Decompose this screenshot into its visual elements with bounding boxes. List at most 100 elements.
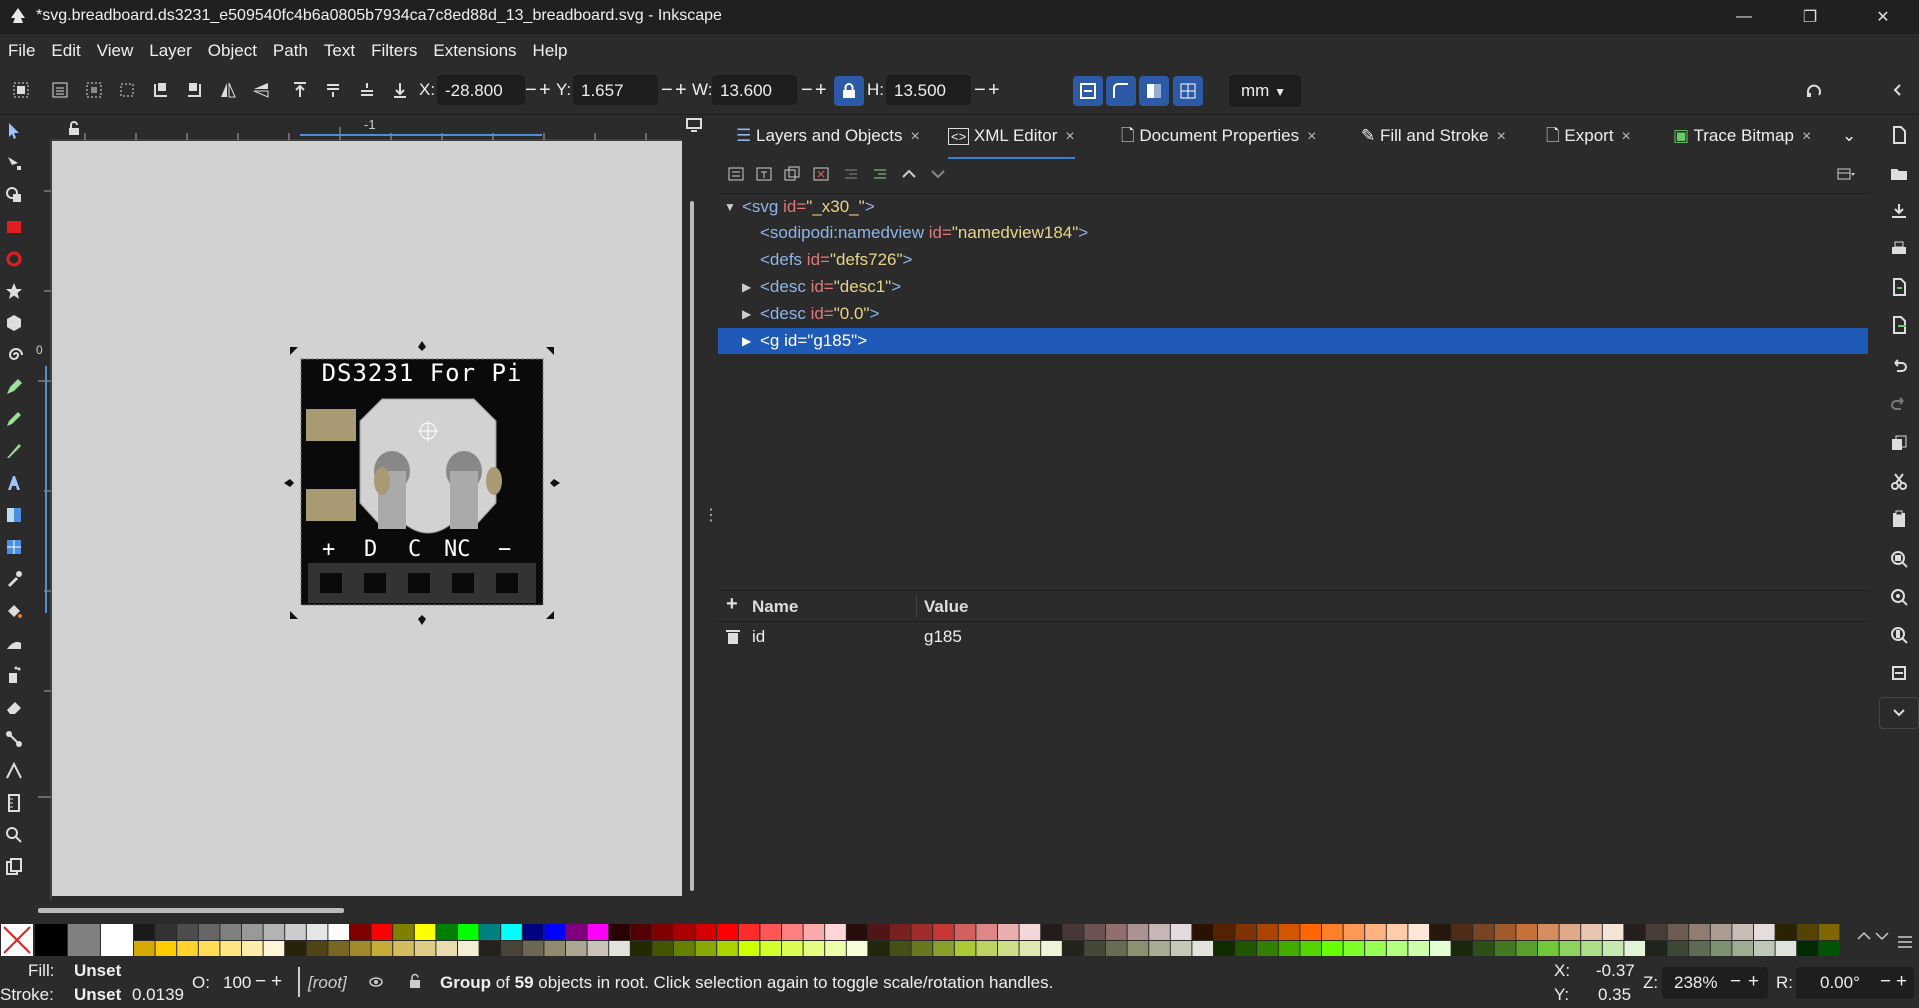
horizontal-scroll-thumb[interactable] — [38, 908, 344, 913]
color-swatch[interactable] — [976, 924, 997, 940]
color-swatch[interactable] — [1408, 924, 1429, 940]
zoom-out-button[interactable]: − — [1730, 971, 1741, 993]
lower-to-bottom-icon[interactable] — [390, 80, 410, 100]
color-swatch[interactable] — [1041, 941, 1062, 956]
color-swatch[interactable] — [371, 941, 393, 956]
color-swatch[interactable] — [328, 941, 349, 956]
collapsed-triangle-icon[interactable]: ▶ — [742, 274, 751, 300]
color-swatch[interactable] — [566, 924, 587, 940]
unindent-node-icon[interactable] — [841, 164, 861, 184]
rotate-cw-icon[interactable] — [184, 80, 204, 100]
zoom-page-width-icon[interactable] — [1889, 663, 1909, 683]
color-swatch[interactable] — [177, 941, 198, 956]
color-swatch[interactable] — [479, 924, 501, 940]
color-swatch[interactable] — [458, 941, 479, 956]
duplicate-node-icon[interactable] — [782, 164, 802, 184]
tabs-overflow-button[interactable]: ⌄ — [1842, 115, 1856, 157]
stroke-width-value[interactable]: 0.0139 — [132, 985, 184, 1005]
lower-node-icon[interactable] — [928, 164, 948, 184]
color-swatch[interactable] — [1624, 924, 1645, 940]
color-swatch[interactable] — [1818, 941, 1840, 956]
delete-node-icon[interactable] — [811, 164, 831, 184]
copy-icon[interactable] — [1889, 433, 1909, 453]
color-swatch[interactable] — [501, 941, 522, 956]
rotate-cw-button[interactable]: + — [1896, 971, 1907, 993]
color-swatch[interactable] — [652, 924, 673, 940]
menu-filters[interactable]: Filters — [363, 34, 425, 68]
color-swatch[interactable] — [350, 924, 371, 940]
color-swatch[interactable] — [1365, 924, 1386, 940]
color-swatch[interactable] — [868, 924, 889, 940]
color-swatch[interactable] — [1818, 924, 1840, 940]
color-swatch[interactable] — [1365, 941, 1386, 956]
color-swatch[interactable] — [371, 924, 393, 940]
color-swatch[interactable] — [134, 941, 155, 956]
color-swatch[interactable] — [1494, 924, 1516, 940]
flip-vertical-icon[interactable] — [251, 80, 271, 100]
color-swatch[interactable] — [1667, 924, 1689, 940]
color-swatch[interactable] — [954, 941, 976, 956]
close-tab-button[interactable]: × — [1497, 128, 1506, 145]
color-swatch[interactable] — [306, 924, 328, 940]
color-swatch[interactable] — [1170, 924, 1192, 940]
color-swatch[interactable] — [803, 924, 825, 940]
color-swatch[interactable] — [998, 924, 1019, 940]
paste-icon[interactable] — [1889, 509, 1909, 529]
color-swatch[interactable] — [782, 941, 803, 956]
color-swatch[interactable] — [1257, 924, 1278, 940]
color-swatch[interactable] — [1797, 941, 1818, 956]
xml-node-namedview[interactable]: <sodipodi:namedview id="namedview184"> — [718, 220, 1868, 246]
ellipse-tool-icon[interactable] — [4, 249, 24, 269]
spiral-tool-icon[interactable] — [4, 345, 24, 365]
close-tab-button[interactable]: × — [1622, 128, 1631, 145]
color-swatch[interactable] — [198, 924, 220, 940]
color-swatch[interactable] — [242, 924, 263, 940]
mesh-tool-icon[interactable] — [4, 537, 24, 557]
color-swatch[interactable] — [1646, 941, 1667, 956]
color-swatch[interactable] — [1754, 941, 1775, 956]
color-swatch[interactable] — [1278, 924, 1300, 940]
rotate-ccw-button[interactable]: − — [1880, 971, 1891, 993]
vertical-scroll-thumb[interactable] — [690, 201, 694, 891]
zoom-value[interactable]: 238% — [1674, 973, 1717, 993]
color-swatch[interactable] — [1408, 941, 1429, 956]
menu-path[interactable]: Path — [265, 34, 316, 68]
save-icon[interactable] — [1889, 201, 1909, 221]
color-swatch[interactable] — [1710, 941, 1732, 956]
scale-stroke-button[interactable] — [1073, 76, 1103, 106]
color-swatch[interactable] — [630, 924, 652, 940]
add-attribute-button[interactable]: + — [726, 593, 738, 616]
color-swatch[interactable] — [1538, 941, 1559, 956]
import-icon[interactable] — [1889, 277, 1909, 297]
new-text-node-icon[interactable] — [754, 164, 774, 184]
menu-layer[interactable]: Layer — [141, 34, 200, 68]
expanded-triangle-icon[interactable]: ▼ — [724, 194, 736, 220]
color-swatch[interactable] — [263, 941, 285, 956]
collapsed-triangle-icon[interactable]: ▶ — [742, 301, 751, 327]
transform-patterns-button[interactable] — [1173, 76, 1203, 106]
color-swatch[interactable] — [220, 941, 241, 956]
touch-select-icon[interactable] — [117, 80, 137, 100]
color-swatch[interactable] — [1516, 941, 1537, 956]
color-swatch[interactable] — [846, 924, 868, 940]
color-swatch[interactable] — [890, 941, 911, 956]
color-swatch[interactable] — [1430, 924, 1451, 940]
color-swatch[interactable] — [68, 924, 100, 956]
color-swatch[interactable] — [1149, 941, 1170, 956]
color-swatch[interactable] — [782, 924, 803, 940]
color-swatch[interactable] — [134, 924, 155, 940]
color-swatch[interactable] — [825, 924, 846, 940]
color-swatch[interactable] — [1019, 941, 1041, 956]
layout-menu-icon[interactable] — [1836, 164, 1856, 184]
color-swatch[interactable] — [933, 941, 954, 956]
gradient-tool-icon[interactable] — [4, 505, 24, 525]
snap-icon[interactable] — [1804, 80, 1824, 100]
color-swatch[interactable] — [760, 941, 781, 956]
transform-gradients-button[interactable] — [1139, 76, 1169, 106]
color-swatch[interactable] — [544, 941, 565, 956]
color-swatch[interactable] — [1322, 941, 1343, 956]
color-swatch[interactable] — [1343, 941, 1365, 956]
w-increment-button[interactable]: + — [815, 75, 827, 105]
menu-text[interactable]: Text — [316, 34, 363, 68]
color-swatch[interactable] — [998, 941, 1019, 956]
